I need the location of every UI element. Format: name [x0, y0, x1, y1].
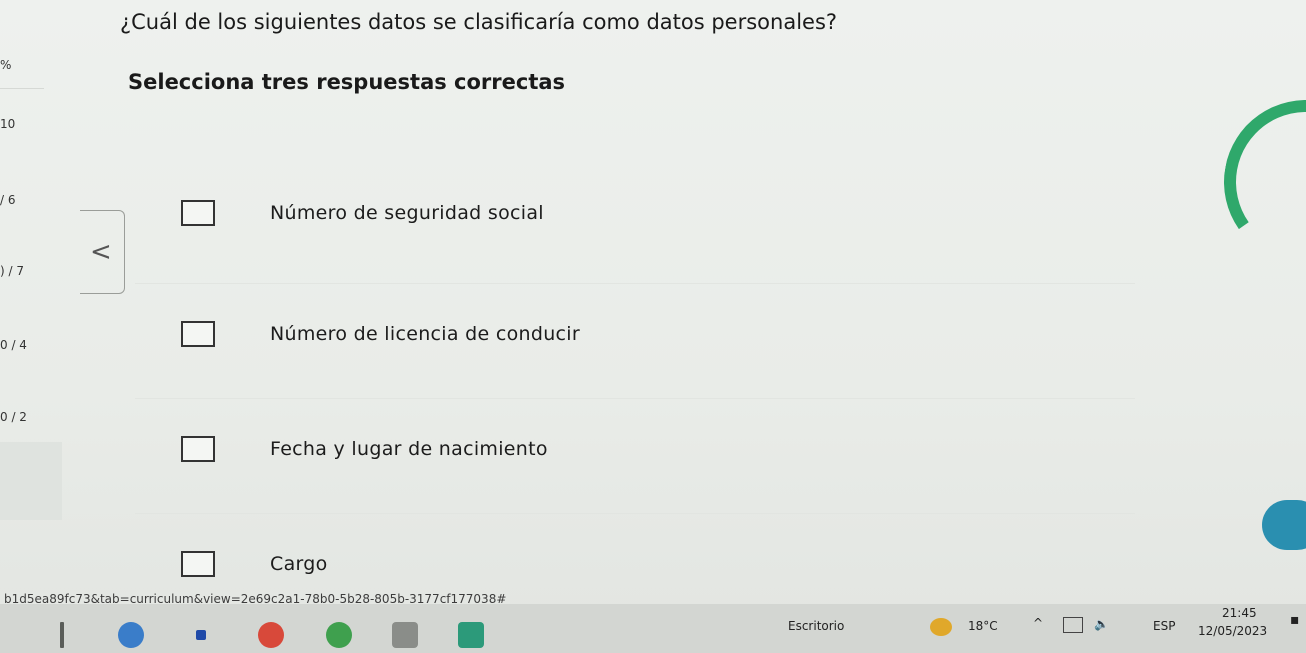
taskbar-pinned-icon[interactable]: [60, 622, 64, 648]
clock-date[interactable]: 12/05/2023: [1198, 624, 1267, 638]
chrome-icon[interactable]: [258, 622, 284, 648]
answer-option[interactable]: Número de licencia de conducir: [135, 283, 1135, 384]
clock-time[interactable]: 21:45: [1222, 606, 1257, 620]
calculator-icon[interactable]: [392, 622, 418, 648]
answer-checkbox[interactable]: [181, 321, 215, 347]
question-title: ¿Cuál de los siguientes datos se clasifi…: [120, 10, 838, 34]
answer-label: Cargo: [270, 553, 328, 575]
quiz-page: % 10 / 6 ) / 7 0 / 4 0 / 2 ¿Cuál de los …: [0, 0, 1306, 653]
sidebar-active-section: [0, 442, 62, 520]
progress-ring-icon: [1211, 87, 1306, 277]
answer-label: Número de seguridad social: [270, 202, 544, 224]
taskbar-app-icon[interactable]: [458, 622, 484, 648]
previous-question-button[interactable]: <: [80, 210, 125, 294]
answer-option[interactable]: Número de seguridad social: [135, 163, 1135, 263]
weather-icon[interactable]: [930, 618, 952, 636]
language-indicator[interactable]: ESP: [1153, 619, 1175, 633]
sidebar-item-section-4[interactable]: 0 / 2: [0, 410, 27, 424]
sidebar-item-section-1[interactable]: / 6: [0, 193, 16, 207]
sidebar-item-section-3[interactable]: 0 / 4: [0, 338, 27, 352]
sidebar-progress-percent: %: [0, 58, 12, 72]
progress-sidebar: % 10 / 6 ) / 7 0 / 4 0 / 2: [0, 0, 62, 520]
notifications-icon[interactable]: ▪: [1290, 612, 1300, 628]
answer-checkbox[interactable]: [181, 200, 215, 226]
answer-checkbox[interactable]: [181, 436, 215, 462]
taskbar: [0, 604, 1306, 653]
notification-icon[interactable]: [1063, 617, 1083, 633]
sidebar-divider: [0, 88, 44, 89]
answer-label: Fecha y lugar de nacimiento: [270, 438, 548, 460]
answer-option[interactable]: Fecha y lugar de nacimiento: [135, 398, 1135, 499]
answer-label: Número de licencia de conducir: [270, 323, 580, 345]
sidebar-item-section-2[interactable]: ) / 7: [0, 264, 24, 278]
chevron-up-icon[interactable]: ^: [1033, 616, 1043, 630]
taskbar-app-icon[interactable]: [196, 630, 206, 640]
desktop-label[interactable]: Escritorio: [788, 619, 844, 633]
sidebar-item-score[interactable]: 10: [0, 117, 15, 131]
question-instruction: Selecciona tres respuestas correctas: [128, 70, 566, 94]
whatsapp-icon[interactable]: [326, 622, 352, 648]
taskbar-app-icon[interactable]: [118, 622, 144, 648]
help-button[interactable]: [1262, 500, 1306, 550]
volume-icon[interactable]: 🔈: [1094, 617, 1109, 631]
chevron-left-icon: <: [90, 237, 112, 267]
temperature[interactable]: 18°C: [968, 619, 998, 633]
answer-checkbox[interactable]: [181, 551, 215, 577]
